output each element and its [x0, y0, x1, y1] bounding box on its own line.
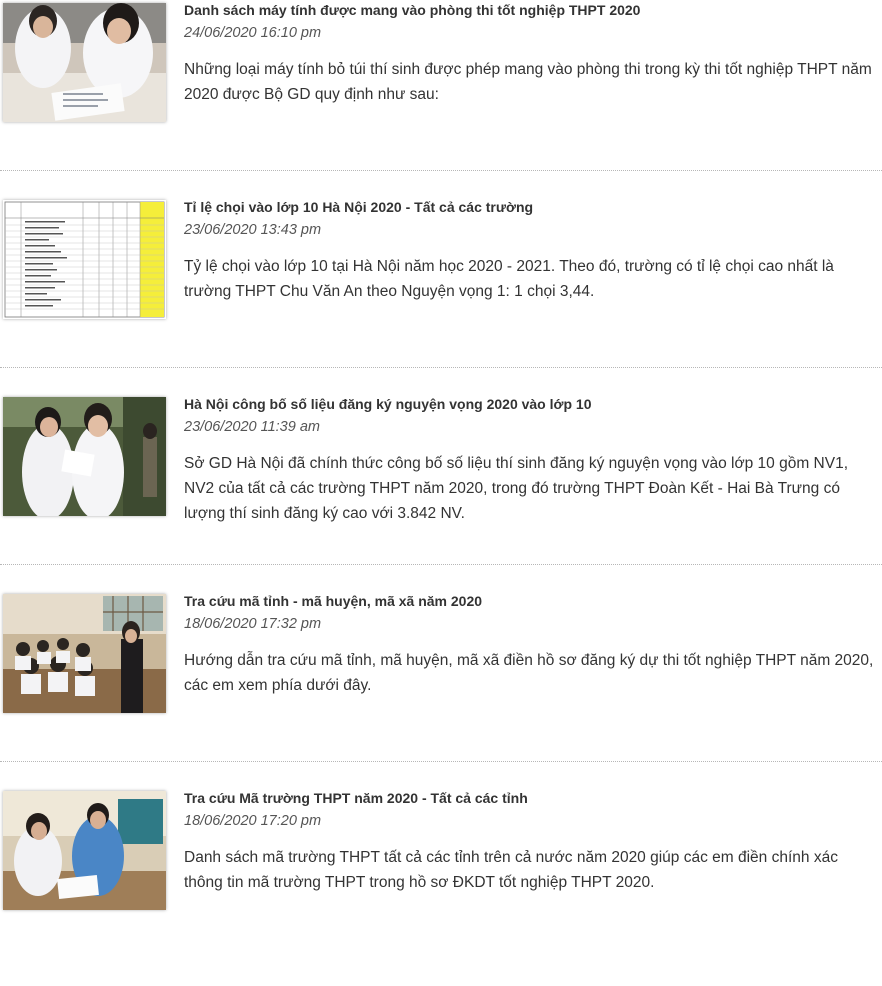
article-thumbnail[interactable]	[3, 594, 166, 713]
article-title-link[interactable]: Danh sách máy tính được mang vào phòng t…	[184, 2, 640, 18]
article-item: Tỉ lệ chọi vào lớp 10 Hà Nội 2020 - Tất …	[0, 197, 882, 395]
item-divider	[0, 367, 882, 368]
exam-room-photo	[3, 791, 166, 910]
article-date: 24/06/2020 16:10 pm	[184, 25, 322, 41]
article-item: Danh sách máy tính được mang vào phòng t…	[0, 0, 882, 198]
article-title-link[interactable]: Tỉ lệ chọi vào lớp 10 Hà Nội 2020 - Tất …	[184, 199, 533, 215]
article-date: 18/06/2020 17:32 pm	[184, 616, 322, 632]
students-walking-photo	[3, 397, 166, 516]
item-divider	[0, 170, 882, 171]
article-item: Tra cứu Mã trường THPT năm 2020 - Tất cả…	[0, 788, 882, 986]
article-summary: Hướng dẫn tra cứu mã tỉnh, mã huyện, mã …	[184, 652, 874, 694]
article-title-link[interactable]: Tra cứu Mã trường THPT năm 2020 - Tất cả…	[184, 790, 528, 806]
article-item: Hà Nội công bố số liệu đăng ký nguyện vọ…	[0, 394, 882, 592]
article-date: 23/06/2020 11:39 am	[184, 419, 320, 435]
article-item: Tra cứu mã tỉnh - mã huyện, mã xã năm 20…	[0, 591, 882, 789]
article-summary: Danh sách mã trường THPT tất cả các tỉnh…	[184, 849, 838, 891]
article-thumbnail[interactable]	[3, 397, 166, 516]
article-thumbnail[interactable]	[3, 3, 166, 122]
classroom-photo	[3, 594, 166, 713]
score-table-image	[3, 200, 166, 319]
article-date: 18/06/2020 17:20 pm	[184, 813, 322, 829]
article-summary: Sở GD Hà Nội đã chính thức công bố số li…	[184, 455, 849, 522]
item-divider	[0, 761, 882, 762]
article-title-link[interactable]: Tra cứu mã tỉnh - mã huyện, mã xã năm 20…	[184, 593, 482, 609]
article-date: 23/06/2020 13:43 pm	[184, 222, 322, 238]
item-divider	[0, 564, 882, 565]
students-exam-photo	[3, 3, 166, 122]
article-summary: Tỷ lệ chọi vào lớp 10 tại Hà Nội năm học…	[184, 258, 834, 300]
article-title-link[interactable]: Hà Nội công bố số liệu đăng ký nguyện vọ…	[184, 396, 591, 412]
article-thumbnail[interactable]	[3, 791, 166, 910]
article-thumbnail[interactable]	[3, 200, 166, 319]
article-summary: Những loại máy tính bỏ túi thí sinh được…	[184, 61, 872, 103]
